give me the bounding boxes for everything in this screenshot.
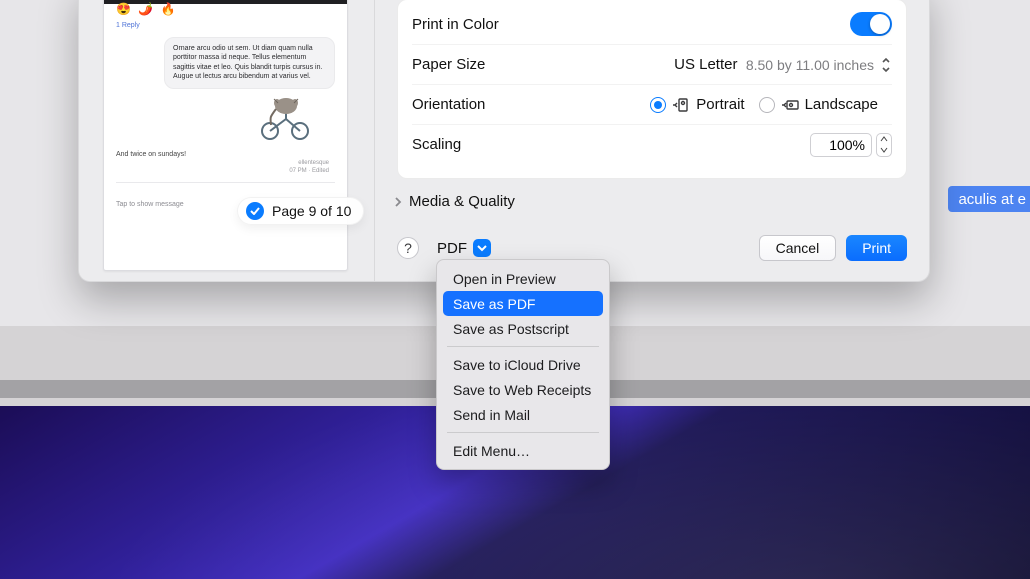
scaling-stepper[interactable] [876,133,892,157]
reply-link: 1 Reply [116,22,335,29]
pdf-dropdown-menu: Open in Preview Save as PDF Save as Post… [436,259,610,470]
print-color-toggle[interactable] [850,12,892,36]
menu-save-to-icloud[interactable]: Save to iCloud Drive [443,352,603,377]
cancel-button[interactable]: Cancel [759,235,837,261]
print-color-label: Print in Color [412,16,612,33]
cancel-button-label: Cancel [776,240,820,256]
row-orientation: Orientation Portrait Landscape [412,84,892,124]
page-indicator-pill[interactable]: Page 9 of 10 [237,197,364,225]
print-preview-pane: 😍 🌶️ 🔥 1 Reply Ornare arcu odio ut sem. … [79,0,375,281]
landscape-icon [781,97,799,113]
message-bubble: Ornare arcu odio ut sem. Ut diam quam nu… [164,37,335,89]
media-quality-label: Media & Quality [409,193,515,210]
print-button-label: Print [862,240,891,256]
menu-separator [447,432,599,433]
media-quality-disclosure[interactable]: Media & Quality [393,193,907,210]
menu-edit-menu[interactable]: Edit Menu… [443,438,603,463]
reactions-row: 😍 🌶️ 🔥 [116,2,335,16]
help-icon: ? [404,240,412,256]
row-scaling: Scaling [412,124,892,164]
checkmark-icon [246,202,264,220]
scaling-input[interactable] [810,133,872,157]
chevron-right-icon [393,196,403,208]
up-down-chevrons-icon [880,56,892,74]
sticker-image [256,97,314,141]
scaling-label: Scaling [412,136,612,153]
chevron-up-icon [877,134,891,145]
menu-separator [447,346,599,347]
portrait-icon [672,97,690,113]
menu-open-in-preview[interactable]: Open in Preview [443,266,603,291]
sunday-line: And twice on sundays! [116,151,335,158]
paper-size-value: US Letter [674,56,737,73]
menu-save-as-postscript[interactable]: Save as Postscript [443,316,603,341]
row-paper-size: Paper Size US Letter 8.50 by 11.00 inche… [412,44,892,84]
page-indicator-text: Page 9 of 10 [272,203,351,219]
chevron-down-icon [877,145,891,156]
orientation-portrait-radio[interactable]: Portrait [650,96,744,113]
orientation-portrait-label: Portrait [696,96,744,113]
paper-size-dimensions: 8.50 by 11.00 inches [746,57,874,73]
row-print-color: Print in Color [412,4,892,44]
settings-card: Print in Color Paper Size US Letter 8.50… [397,0,907,179]
menu-send-in-mail[interactable]: Send in Mail [443,402,603,427]
preview-divider [116,182,335,183]
orientation-label: Orientation [412,96,612,113]
menu-save-as-pdf[interactable]: Save as PDF [443,291,603,316]
orientation-landscape-radio[interactable]: Landscape [759,96,878,113]
meta-line-time: 07 PM · Edited [116,168,329,174]
chevron-down-icon [473,239,491,257]
pdf-dropdown-button[interactable]: PDF [437,239,491,257]
paper-size-select[interactable]: US Letter 8.50 by 11.00 inches [674,56,892,74]
pdf-button-label: PDF [437,240,467,257]
preview-page[interactable]: 😍 🌶️ 🔥 1 Reply Ornare arcu odio ut sem. … [103,0,348,271]
print-dialog: 😍 🌶️ 🔥 1 Reply Ornare arcu odio ut sem. … [78,0,930,282]
menu-save-to-web-receipts[interactable]: Save to Web Receipts [443,377,603,402]
help-button[interactable]: ? [397,237,419,259]
meta-line-right: ellentesque [116,160,329,166]
background-selection-strip: aculis at e [948,186,1030,212]
print-button[interactable]: Print [846,235,907,261]
orientation-landscape-label: Landscape [805,96,878,113]
background-selection-text: aculis at e [958,191,1026,208]
paper-size-label: Paper Size [412,56,612,73]
